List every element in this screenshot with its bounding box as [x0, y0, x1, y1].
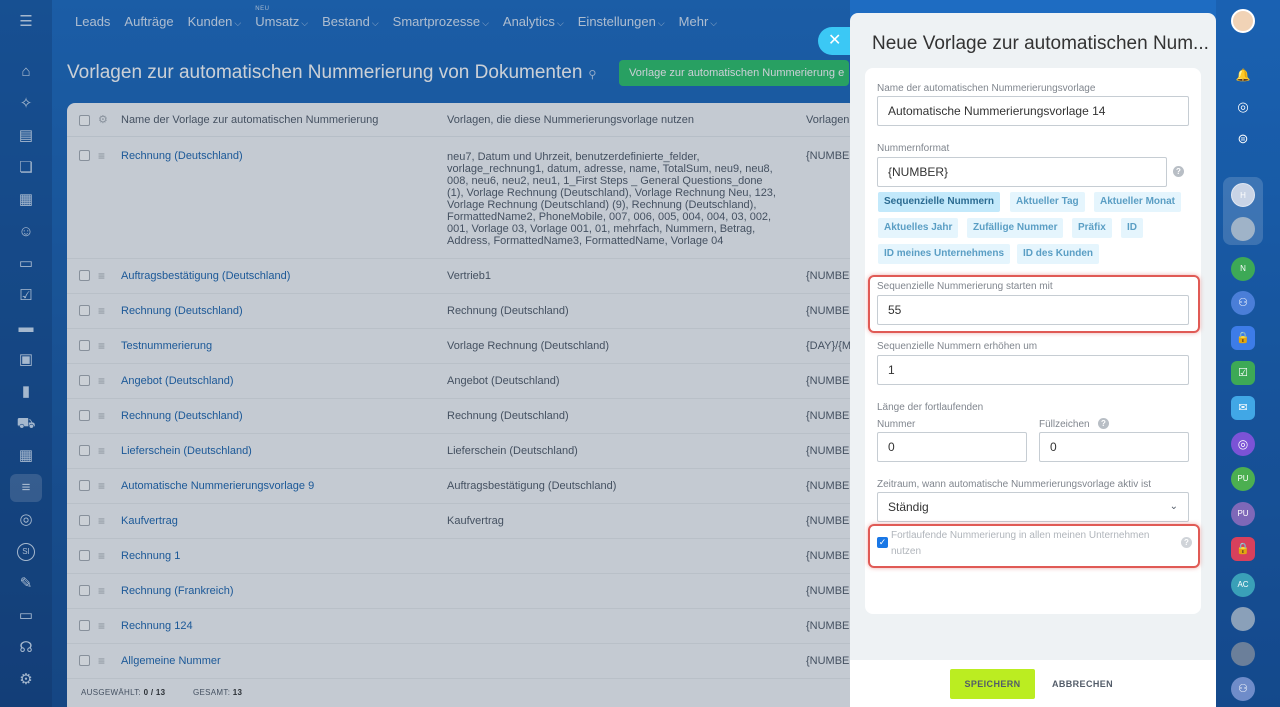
- chat-avatar-person-3[interactable]: [1231, 642, 1255, 666]
- length-label: Länge der fortlaufenden: [877, 402, 984, 413]
- chat-avatar-ac[interactable]: AC: [1231, 573, 1255, 597]
- chip-prefix[interactable]: Präfix: [1072, 218, 1112, 238]
- chat-avatar-pu-2[interactable]: PU: [1231, 502, 1255, 526]
- template-form: Name der automatischen Nummerierungsvorl…: [865, 68, 1201, 614]
- panel-title: Neue Vorlage zur automatischen Num...: [872, 33, 1209, 54]
- chat-avatar-person[interactable]: [1231, 217, 1255, 241]
- all-companies-label: Fortlaufende Nummerierung in allen meine…: [891, 530, 1150, 557]
- chip-current-year[interactable]: Aktuelles Jahr: [878, 218, 959, 238]
- chip-customer-id[interactable]: ID des Kunden: [1017, 244, 1100, 264]
- all-companies-checkbox[interactable]: ✓: [877, 537, 888, 548]
- number-length-input[interactable]: 0: [877, 432, 1027, 462]
- step-label: Sequenzielle Nummern erhöhen um: [877, 341, 1038, 352]
- bell-icon[interactable]: 🔔: [1231, 63, 1255, 87]
- close-panel-button[interactable]: ✕: [818, 27, 854, 55]
- users-icon[interactable]: ⚇: [1231, 677, 1255, 701]
- sequence-step-input[interactable]: 1: [877, 355, 1189, 385]
- name-label: Name der automatischen Nummerierungsvorl…: [877, 83, 1096, 94]
- save-button[interactable]: SPEICHERN: [950, 669, 1035, 699]
- modal-overlay: [0, 0, 850, 707]
- spiral-icon[interactable]: ◎: [1231, 432, 1255, 456]
- panel-actions: SPEICHERN ABBRECHEN: [850, 660, 1216, 707]
- lock-icon[interactable]: 🔒: [1231, 326, 1255, 350]
- chat-avatar-pu[interactable]: PU: [1231, 467, 1255, 491]
- group-chat-icon[interactable]: ⚇: [1231, 291, 1255, 315]
- fill-char-label: Füllzeichen: [1039, 419, 1090, 430]
- sequence-start-input[interactable]: 55: [877, 295, 1189, 325]
- number-length-label: Nummer: [877, 419, 916, 430]
- task-check-icon[interactable]: ☑: [1231, 361, 1255, 385]
- period-select[interactable]: Ständig ⌄: [877, 492, 1189, 522]
- chat-avatar-h[interactable]: H: [1231, 183, 1255, 207]
- help-icon[interactable]: ?: [1181, 537, 1192, 548]
- new-template-panel: Neue Vorlage zur automatischen Num... Na…: [850, 13, 1216, 707]
- fill-char-input[interactable]: 0: [1039, 432, 1189, 462]
- chip-id[interactable]: ID: [1121, 218, 1143, 238]
- user-avatar[interactable]: [1231, 9, 1255, 33]
- chevron-down-icon: ⌄: [1169, 501, 1178, 512]
- fingerprint-icon[interactable]: ◎: [1231, 95, 1255, 119]
- template-name-input[interactable]: Automatische Nummerierungsvorlage 14: [877, 96, 1189, 126]
- chip-random-number[interactable]: Zufällige Nummer: [967, 218, 1064, 238]
- help-icon[interactable]: ?: [1173, 166, 1184, 177]
- lock-red-icon[interactable]: 🔒: [1231, 537, 1255, 561]
- chip-sequential-numbers[interactable]: Sequenzielle Nummern: [878, 192, 1001, 212]
- help-icon[interactable]: ?: [1098, 418, 1109, 429]
- search-chat-icon[interactable]: ⊜: [1231, 127, 1255, 151]
- chip-current-month[interactable]: Aktueller Monat: [1094, 192, 1182, 212]
- start-label: Sequenzielle Nummerierung starten mit: [877, 281, 1053, 292]
- chip-current-day[interactable]: Aktueller Tag: [1010, 192, 1085, 212]
- message-icon[interactable]: ✉: [1231, 396, 1255, 420]
- chat-avatar-person-2[interactable]: [1231, 607, 1255, 631]
- cancel-button[interactable]: ABBRECHEN: [1045, 669, 1120, 699]
- number-format-input[interactable]: {NUMBER}: [877, 157, 1167, 187]
- period-label: Zeitraum, wann automatische Nummerierung…: [877, 479, 1151, 490]
- chat-avatar-n[interactable]: N: [1231, 257, 1255, 281]
- format-label: Nummernformat: [877, 143, 950, 154]
- chip-my-company-id[interactable]: ID meines Unternehmens: [878, 244, 1011, 264]
- close-icon: ✕: [828, 32, 842, 49]
